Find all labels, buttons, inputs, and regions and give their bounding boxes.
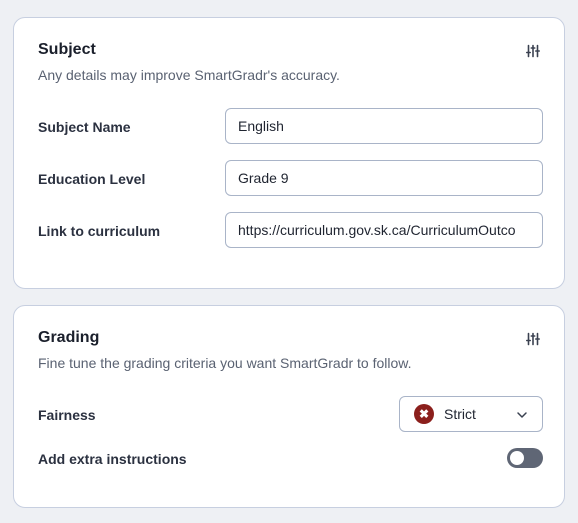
toggle-knob xyxy=(510,451,524,465)
subject-name-label: Subject Name xyxy=(38,119,131,135)
education-level-input[interactable] xyxy=(225,160,543,196)
tune-sliders-icon[interactable] xyxy=(526,332,540,346)
education-level-label: Education Level xyxy=(38,171,146,187)
curriculum-link-label: Link to curriculum xyxy=(38,223,161,239)
fairness-select[interactable]: ✖ Strict xyxy=(399,396,543,432)
grading-card-description: Fine tune the grading criteria you want … xyxy=(38,355,412,371)
x-circle-icon: ✖ xyxy=(414,404,434,424)
grading-card: Grading Fine tune the grading criteria y… xyxy=(13,305,565,508)
tune-sliders-icon[interactable] xyxy=(526,44,540,58)
extra-instructions-toggle[interactable] xyxy=(507,448,543,468)
subject-card-description: Any details may improve SmartGradr's acc… xyxy=(38,67,340,83)
grading-card-title: Grading xyxy=(38,329,100,346)
fairness-label: Fairness xyxy=(38,407,96,423)
fairness-value: Strict xyxy=(444,406,476,422)
subject-card: Subject Any details may improve SmartGra… xyxy=(13,17,565,289)
subject-name-input[interactable] xyxy=(225,108,543,144)
subject-card-title: Subject xyxy=(38,41,96,58)
chevron-down-icon xyxy=(517,412,527,418)
curriculum-link-input[interactable] xyxy=(225,212,543,248)
extra-instructions-label: Add extra instructions xyxy=(38,451,187,467)
